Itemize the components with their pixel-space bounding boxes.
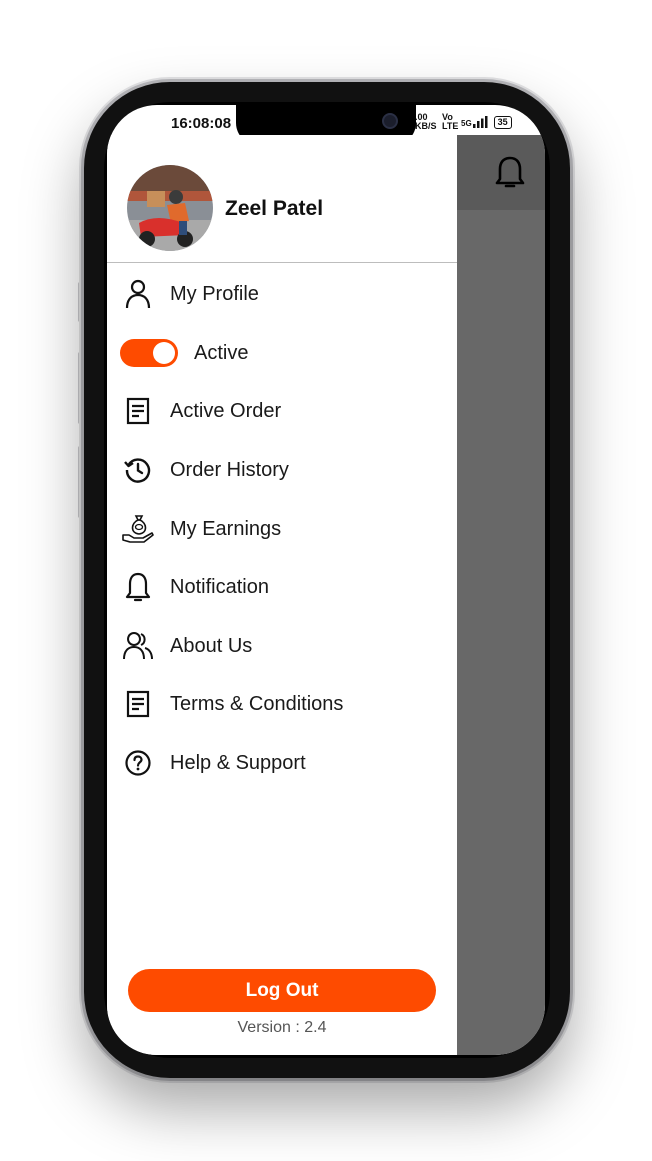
logout-button[interactable]: Log Out [128,969,436,1012]
document-icon [121,687,155,721]
menu-label: Terms & Conditions [170,692,344,715]
menu-label: Active Order [170,399,282,422]
menu-item-order-history[interactable]: Order History [107,445,457,495]
money-bag-hand-icon [121,512,155,546]
status-icons: .00 KB/S Vo LTE 5G 35 [415,113,512,131]
menu-label: Active [194,341,249,364]
avatar[interactable] [127,165,213,251]
menu-label: My Earnings [170,517,282,540]
user-icon [121,277,155,311]
drawer-header: Zeel Patel [107,135,457,263]
silent-switch [78,282,83,322]
screen: 16:08:08 .00 KB/S Vo LTE 5G 35 Zeel Pate… [107,105,545,1055]
user-name: Zeel Patel [225,197,324,220]
menu-item-active-order[interactable]: Active Order [107,386,457,436]
menu-item-notification[interactable]: Notification [107,562,457,612]
signal-label: 5G [461,119,472,128]
navigation-drawer: Zeel Patel My Profile Active Active Orde… [107,135,457,1055]
history-icon [121,453,155,487]
menu-item-my-profile[interactable]: My Profile [107,269,457,319]
bell-icon [121,570,155,604]
menu-label: Help & Support [170,751,306,774]
toggle-knob [153,342,175,364]
document-icon [121,394,155,428]
volume-up-button [78,352,83,424]
status-time: 16:08:08 [171,115,232,132]
active-toggle[interactable] [120,339,178,367]
menu-item-active[interactable]: Active [107,328,457,378]
camera-icon [382,113,398,129]
menu-item-about-us[interactable]: About Us [107,621,457,671]
drawer-scrim[interactable] [457,135,545,1055]
version-label: Version : 2.4 [237,1019,327,1036]
bell-icon[interactable] [495,155,525,194]
volume-down-button [78,446,83,518]
menu-item-terms-conditions[interactable]: Terms & Conditions [107,679,457,729]
volte-label: Vo LTE [442,112,459,131]
menu-label: My Profile [170,282,259,305]
menu-label: About Us [170,634,253,657]
battery-icon: 35 [493,115,512,129]
users-icon [121,629,155,663]
signal-icon: 5G [461,116,489,128]
menu-label: Order History [170,458,289,481]
menu-label: Notification [170,575,269,598]
help-circle-icon [121,746,155,780]
net-speed: .00 KB/S [415,112,437,131]
menu-item-my-earnings[interactable]: My Earnings [107,504,457,554]
menu-item-help-support[interactable]: Help & Support [107,738,457,788]
